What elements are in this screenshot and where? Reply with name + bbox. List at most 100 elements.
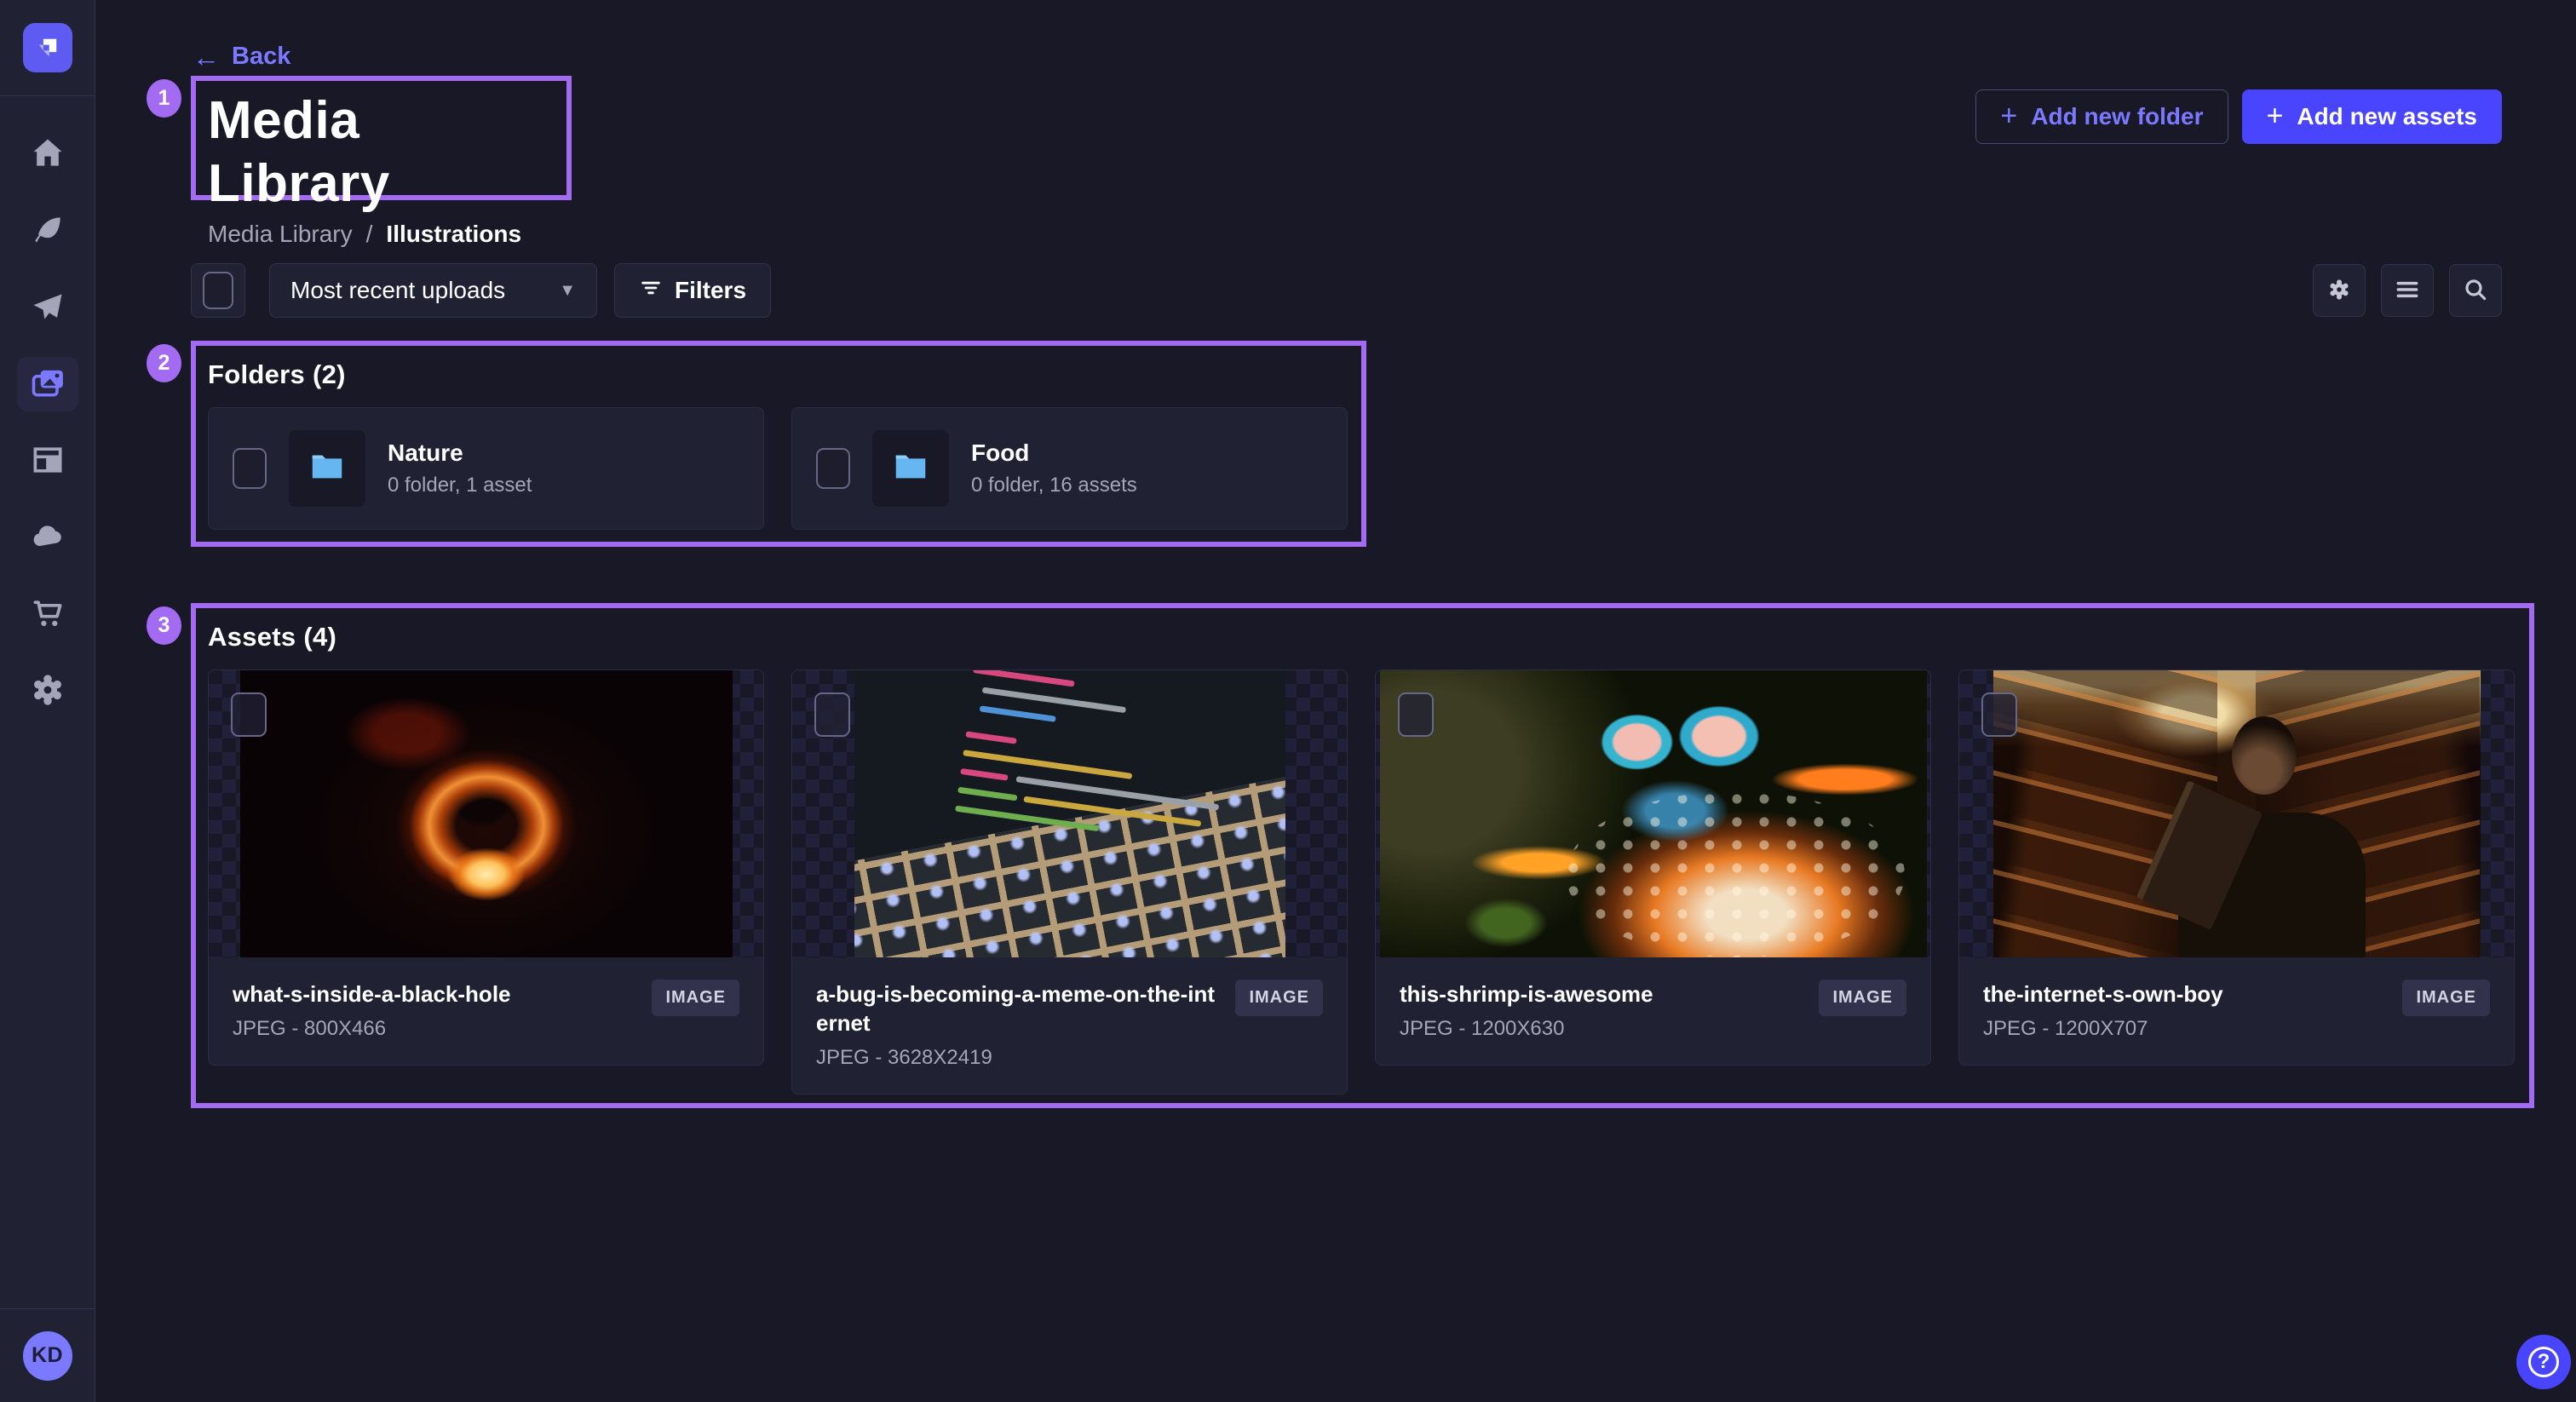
folder-text: Nature 0 folder, 1 asset — [388, 440, 532, 497]
chevron-down-icon: ▼ — [559, 281, 576, 301]
question-mark-icon: ? — [2528, 1347, 2559, 1377]
strapi-app: KD ← Back 1 Media Library Media Library … — [0, 0, 2576, 1402]
folder-card-nature[interactable]: Nature 0 folder, 1 asset — [208, 407, 764, 530]
asset-type-badge: IMAGE — [1235, 980, 1323, 1016]
back-link[interactable]: ← Back — [193, 43, 290, 71]
sort-value: Most recent uploads — [290, 277, 505, 304]
folders-section: 2 Folders (2) Nature 0 folder, 1 asset — [191, 341, 1366, 547]
breadcrumb-current: Illustrations — [386, 221, 521, 248]
feather-icon — [29, 211, 66, 251]
header-row: 1 Media Library Media Library / Illustra… — [191, 76, 2502, 200]
asset-type-badge: IMAGE — [2402, 980, 2490, 1016]
assets-section: 3 Assets (4) what-s-inside-a-black-hole … — [191, 603, 2534, 1108]
asset-checkbox[interactable] — [814, 692, 850, 737]
back-label: Back — [232, 43, 290, 71]
asset-thumbnail — [209, 670, 763, 957]
folders-grid: Nature 0 folder, 1 asset Food 0 folder, … — [208, 407, 1349, 530]
arrow-left-icon: ← — [193, 43, 220, 71]
asset-type-badge: IMAGE — [1819, 980, 1906, 1016]
plus-icon: + — [2267, 101, 2284, 130]
breadcrumb-parent[interactable]: Media Library — [208, 221, 353, 248]
logo-area — [0, 0, 95, 96]
assets-heading: Assets (4) — [208, 622, 2517, 652]
sidebar: KD — [0, 0, 95, 1402]
search-button[interactable] — [2449, 264, 2502, 317]
asset-meta: JPEG - 1200X707 — [1983, 1017, 2223, 1041]
asset-card-bug-meme[interactable]: a-bug-is-becoming-a-meme-on-the-internet… — [791, 669, 1348, 1095]
folder-text: Food 0 folder, 16 assets — [971, 440, 1137, 497]
assets-grid: what-s-inside-a-black-hole JPEG - 800X46… — [208, 669, 2517, 1095]
add-folder-label: Add new folder — [2031, 103, 2203, 130]
sidebar-item-releases[interactable] — [17, 280, 78, 335]
select-all-frame[interactable] — [191, 263, 245, 318]
asset-name: a-bug-is-becoming-a-meme-on-the-internet — [816, 980, 1215, 1037]
folder-card-food[interactable]: Food 0 folder, 16 assets — [791, 407, 1348, 530]
asset-name: the-internet-s-own-boy — [1983, 980, 2223, 1008]
toolbar: Most recent uploads ▼ Filters — [191, 263, 2502, 318]
sidebar-footer: KD — [0, 1308, 95, 1402]
asset-info: what-s-inside-a-black-hole JPEG - 800X46… — [209, 957, 763, 1065]
asset-card-internets-own-boy[interactable]: the-internet-s-own-boy JPEG - 1200X707 I… — [1958, 669, 2515, 1066]
asset-meta: JPEG - 1200X630 — [1400, 1017, 1653, 1041]
asset-thumbnail — [1376, 670, 1930, 957]
folder-name: Nature — [388, 440, 532, 467]
list-icon — [2394, 276, 2421, 306]
asset-checkbox[interactable] — [1398, 692, 1434, 737]
asset-card-black-hole[interactable]: what-s-inside-a-black-hole JPEG - 800X46… — [208, 669, 764, 1066]
asset-name: this-shrimp-is-awesome — [1400, 980, 1653, 1008]
folder-checkbox[interactable] — [233, 448, 267, 489]
asset-checkbox[interactable] — [1981, 692, 2017, 737]
cloud-icon — [29, 518, 66, 558]
avatar[interactable]: KD — [23, 1331, 72, 1381]
folder-name: Food — [971, 440, 1137, 467]
page-header: 1 Media Library Media Library / Illustra… — [191, 76, 572, 200]
layout-icon — [29, 441, 66, 481]
folder-icon — [891, 447, 930, 491]
settings-button[interactable] — [2313, 264, 2366, 317]
filter-icon — [639, 276, 663, 306]
add-new-assets-button[interactable]: + Add new assets — [2242, 89, 2503, 144]
folder-thumb — [872, 430, 949, 507]
add-new-folder-button[interactable]: + Add new folder — [1975, 89, 2228, 144]
sidebar-item-media-library[interactable] — [17, 357, 78, 411]
home-icon — [29, 135, 66, 175]
sidebar-item-home[interactable] — [17, 127, 78, 181]
laptop-code-image — [854, 670, 1285, 957]
folders-heading: Folders (2) — [208, 359, 1349, 390]
asset-card-shrimp[interactable]: this-shrimp-is-awesome JPEG - 1200X630 I… — [1375, 669, 1931, 1066]
asset-info: a-bug-is-becoming-a-meme-on-the-internet… — [792, 957, 1347, 1094]
sidebar-item-settings[interactable] — [17, 664, 78, 718]
asset-info: the-internet-s-own-boy JPEG - 1200X707 I… — [1959, 957, 2514, 1065]
asset-meta: JPEG - 800X466 — [233, 1017, 511, 1041]
folder-meta: 0 folder, 16 assets — [971, 474, 1137, 497]
cart-icon — [29, 595, 66, 635]
asset-thumbnail — [792, 670, 1347, 957]
add-assets-label: Add new assets — [2297, 103, 2477, 130]
select-all-checkbox[interactable] — [203, 272, 233, 309]
annotation-badge-1: 1 — [147, 79, 181, 118]
sidebar-item-content-manager[interactable] — [17, 204, 78, 258]
sort-select[interactable]: Most recent uploads ▼ — [269, 263, 597, 318]
asset-checkbox[interactable] — [231, 692, 267, 737]
asset-name: what-s-inside-a-black-hole — [233, 980, 511, 1008]
media-library-icon — [29, 365, 66, 405]
breadcrumb-separator: / — [366, 221, 373, 248]
folder-thumb — [289, 430, 365, 507]
folder-icon — [308, 447, 347, 491]
list-view-button[interactable] — [2381, 264, 2434, 317]
page-title: Media Library — [208, 89, 555, 215]
search-icon — [2462, 276, 2489, 306]
sidebar-item-marketplace[interactable] — [17, 587, 78, 641]
asset-info: this-shrimp-is-awesome JPEG - 1200X630 I… — [1376, 957, 1930, 1065]
sidebar-item-content-type-builder[interactable] — [17, 434, 78, 488]
library-portrait-image — [1993, 670, 2481, 957]
help-button[interactable]: ? — [2516, 1335, 2571, 1389]
strapi-logo-icon[interactable] — [23, 23, 72, 72]
filters-button[interactable]: Filters — [614, 263, 771, 318]
asset-type-badge: IMAGE — [652, 980, 739, 1016]
main-content: ← Back 1 Media Library Media Library / I… — [95, 0, 2576, 1402]
plus-icon: + — [2000, 101, 2017, 130]
sidebar-item-deploy[interactable] — [17, 510, 78, 565]
folder-checkbox[interactable] — [816, 448, 850, 489]
mantis-shrimp-image — [1380, 670, 1927, 957]
